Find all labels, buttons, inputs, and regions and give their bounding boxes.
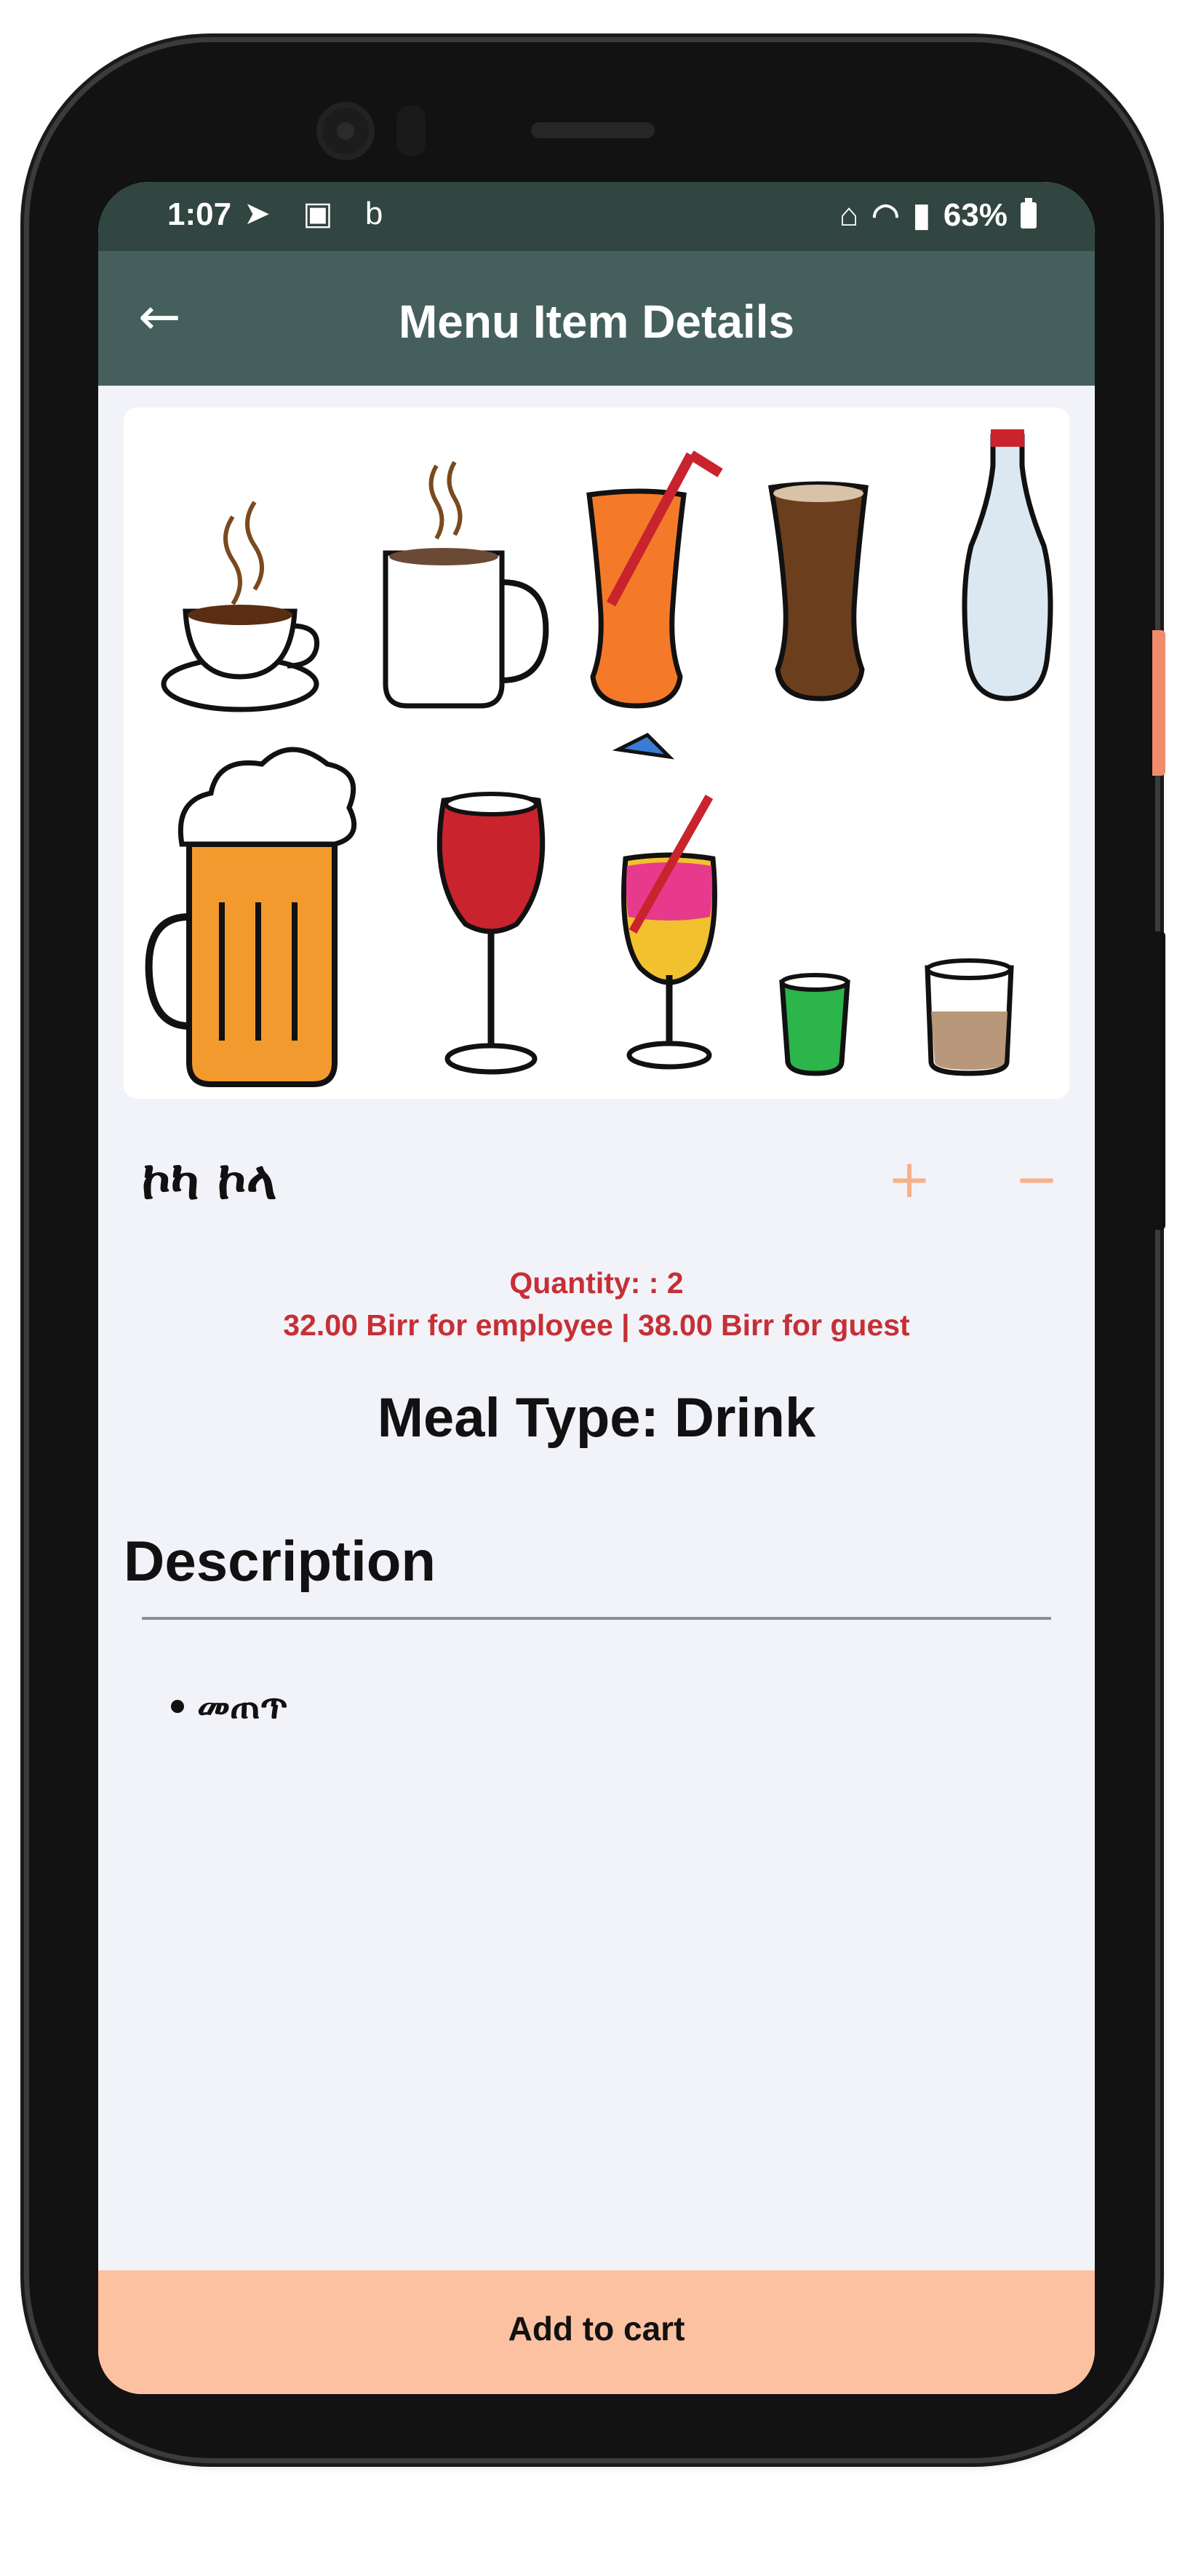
water-bottle-icon — [962, 429, 1053, 701]
notification-icons: ➤ ▣ b — [244, 195, 394, 232]
add-to-cart-button[interactable]: Add to cart — [98, 2270, 1095, 2394]
front-camera — [316, 102, 375, 160]
quantity-text: Quantity: : 2 — [509, 1266, 684, 1300]
item-name: ኮካ ኮላ — [142, 1150, 277, 1211]
proximity-sensor — [396, 106, 426, 156]
page-title: Menu Item Details — [398, 295, 795, 348]
gallery-icon: ▣ — [303, 196, 345, 231]
status-bar: 1:07 ➤ ▣ b ⌂ ◠ ▮ 63% — [98, 182, 1095, 251]
bullet-icon — [171, 1699, 184, 1713]
telegram-icon: ➤ — [244, 196, 282, 231]
cola-glass-icon — [767, 481, 869, 701]
mug-icon — [383, 461, 549, 709]
battery-percent: 63% — [943, 196, 1008, 233]
beer-mug-icon — [145, 747, 357, 1087]
status-right: ⌂ ◠ ▮ 63% — [839, 196, 1037, 234]
app-screen: 1:07 ➤ ▣ b ⌂ ◠ ▮ 63% ← Menu Item Details — [98, 182, 1095, 2394]
lock-icon: ⌂ — [839, 196, 859, 233]
description-heading: Description — [124, 1529, 436, 1593]
increase-quantity-button[interactable]: + — [877, 1146, 942, 1212]
status-time: 1:07 — [167, 196, 232, 232]
b-app-icon: b — [364, 196, 395, 231]
cocktail-icon — [612, 732, 717, 1070]
divider — [142, 1617, 1051, 1620]
description-item-text: መጠጥ — [197, 1685, 288, 1727]
price-text: 32.00 Birr for employee | 38.00 Birr for… — [283, 1308, 910, 1342]
coffee-cup-icon — [161, 501, 320, 712]
description-item: መጠጥ — [171, 1685, 288, 1728]
orange-juice-icon — [586, 450, 723, 709]
app-bar: ← Menu Item Details — [98, 251, 1095, 386]
wine-glass-icon — [436, 792, 546, 1075]
power-button — [1152, 931, 1165, 1230]
whiskey-glass-icon — [925, 958, 1014, 1076]
drinks-image — [124, 408, 1069, 1099]
signal-icon: ▮ — [912, 197, 930, 233]
wifi-icon: ◠ — [871, 197, 900, 233]
battery-icon — [1021, 197, 1037, 228]
decrease-quantity-button[interactable]: − — [1004, 1146, 1069, 1212]
side-button — [1152, 630, 1165, 776]
earpiece-speaker — [531, 122, 655, 138]
meal-type: Meal Type: Drink — [377, 1387, 816, 1449]
shot-glass-icon — [779, 973, 850, 1076]
